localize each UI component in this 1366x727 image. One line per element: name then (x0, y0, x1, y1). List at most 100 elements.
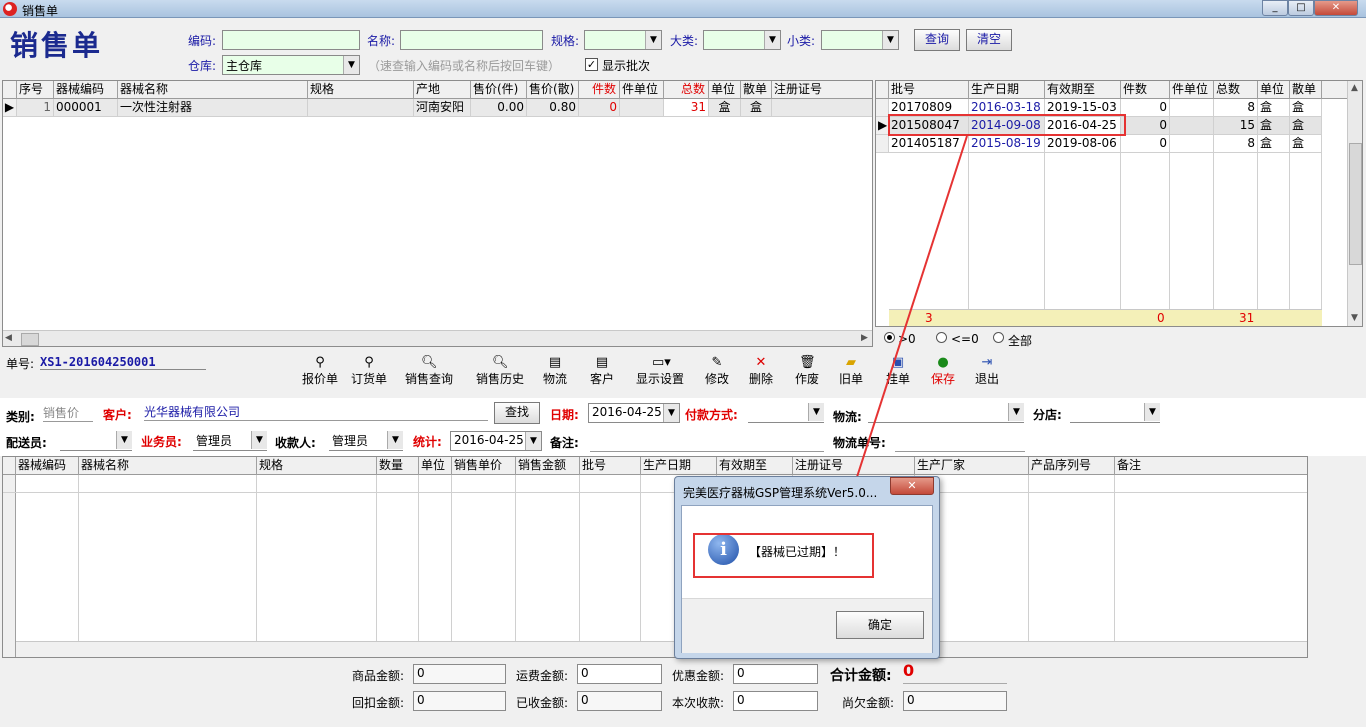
dialog-close-button[interactable]: ✕ (890, 477, 934, 495)
purchase-order-button[interactable]: ⚲ 订货单 (349, 355, 389, 391)
product-grid: 序号 器械编码 器械名称 规格 产地 售价(件) 售价(散) 件数 件单位 总数… (2, 80, 873, 347)
this-payment-input[interactable]: 0 (733, 691, 818, 711)
customer-button[interactable]: ▤ 客户 (587, 355, 617, 391)
show-batch-checkbox[interactable]: ✓ (585, 58, 598, 71)
code-input[interactable] (222, 30, 360, 50)
scroll-up-icon[interactable]: ▲ (1351, 83, 1358, 93)
logistics-button[interactable]: ▤ 物流 (540, 355, 570, 391)
chevron-down-icon[interactable]: ▼ (251, 431, 267, 449)
col-piece-unit[interactable]: 件单位 (620, 81, 664, 99)
date-select[interactable]: 2016-04-25 ▼ (588, 403, 680, 423)
scroll-thumb[interactable] (21, 333, 39, 346)
cell-spec (308, 99, 414, 117)
col-batch-piece-unit[interactable]: 件单位 (1170, 81, 1214, 99)
annotation-message-box (693, 533, 874, 578)
batch-grid-vscrollbar[interactable]: ▲ ▼ (1347, 81, 1362, 326)
scroll-down-icon[interactable]: ▼ (1351, 313, 1358, 323)
cell-total[interactable]: 31 (664, 99, 709, 117)
col-reg[interactable]: 注册证号 (772, 81, 872, 99)
product-grid-hscrollbar[interactable]: ◀ ▶ (3, 330, 872, 346)
scroll-thumb[interactable] (1349, 143, 1362, 265)
col-d-prod-date[interactable]: 生产日期 (641, 457, 717, 475)
salesman-select[interactable]: 管理员 ▼ (193, 431, 267, 451)
chevron-down-icon[interactable]: ▼ (343, 56, 359, 74)
cell-pieces[interactable]: 0 (579, 99, 620, 117)
warehouse-select[interactable]: 主仓库 ▼ (222, 55, 360, 75)
small-category-select[interactable]: ▼ (821, 30, 899, 50)
minimize-button[interactable]: _ (1262, 0, 1288, 16)
name-input[interactable] (400, 30, 543, 50)
col-d-exp-date[interactable]: 有效期至 (717, 457, 793, 475)
big-category-select[interactable]: ▼ (703, 30, 781, 50)
scroll-left-icon[interactable]: ◀ (5, 333, 12, 343)
chevron-down-icon[interactable]: ▼ (882, 31, 898, 49)
chevron-down-icon[interactable]: ▼ (764, 31, 780, 49)
col-total[interactable]: 总数 (664, 81, 709, 99)
col-batch-pieces[interactable]: 件数 (1121, 81, 1170, 99)
remark-input[interactable] (590, 451, 824, 452)
col-batch-unit[interactable]: 单位 (1258, 81, 1290, 99)
col-d-amount[interactable]: 销售金额 (516, 457, 580, 475)
customer-value[interactable]: 光华器械有限公司 (144, 403, 488, 421)
clear-button[interactable]: 清空 (966, 29, 1012, 51)
query-button[interactable]: 查询 (914, 29, 960, 51)
col-price-piece[interactable]: 售价(件) (471, 81, 527, 99)
find-customer-button[interactable]: 查找 (494, 402, 540, 424)
col-unit[interactable]: 单位 (709, 81, 741, 99)
freight-label: 运费金额: (516, 669, 569, 683)
chevron-down-icon[interactable]: ▼ (116, 431, 132, 449)
discount-input[interactable]: 0 (733, 664, 818, 684)
chevron-down-icon[interactable]: ▼ (663, 404, 679, 422)
table-row[interactable] (3, 475, 1307, 493)
chevron-down-icon[interactable]: ▼ (645, 31, 661, 49)
chevron-down-icon[interactable]: ▼ (1008, 403, 1024, 421)
chevron-down-icon[interactable]: ▼ (808, 403, 824, 421)
filter-radio-all[interactable] (993, 332, 1004, 343)
col-price-loose[interactable]: 售价(散) (527, 81, 579, 99)
payment-select[interactable]: ▼ (748, 403, 824, 423)
chevron-down-icon[interactable]: ▼ (387, 431, 403, 449)
ok-button[interactable]: 确定 (836, 611, 924, 639)
col-d-remark[interactable]: 备注 (1115, 457, 1307, 475)
col-batch-total[interactable]: 总数 (1214, 81, 1258, 99)
col-d-qty[interactable]: 数量 (377, 457, 419, 475)
branch-select[interactable]: ▼ (1070, 403, 1160, 423)
col-d-unit[interactable]: 单位 (419, 457, 452, 475)
sales-query-button[interactable]: 🔍︎ 销售查询 (401, 355, 457, 391)
type-value[interactable]: 销售价 (43, 404, 93, 422)
void-button[interactable]: 🗑︎ 作废 (792, 355, 822, 391)
table-row[interactable]: ▶ 1 000001 一次性注射器 河南安阳 0.00 0.80 0 31 盒 … (3, 99, 872, 117)
chevron-down-icon[interactable]: ▼ (525, 432, 541, 450)
col-name[interactable]: 器械名称 (118, 81, 308, 99)
col-d-serial[interactable]: 产品序列号 (1029, 457, 1115, 475)
freight-input[interactable]: 0 (577, 664, 662, 684)
display-settings-button[interactable]: ▭▾ 显示设置 (632, 355, 688, 391)
col-d-spec[interactable]: 规格 (257, 457, 377, 475)
col-loose-unit[interactable]: 散单 (741, 81, 772, 99)
col-no[interactable]: 序号 (17, 81, 54, 99)
col-batch-loose[interactable]: 散单 (1290, 81, 1322, 99)
close-window-button[interactable]: ✕ (1314, 0, 1358, 16)
chevron-down-icon[interactable]: ▼ (1144, 403, 1160, 421)
payee-select[interactable]: 管理员 ▼ (329, 431, 403, 451)
col-d-price[interactable]: 销售单价 (452, 457, 516, 475)
col-code[interactable]: 器械编码 (54, 81, 118, 99)
col-batch[interactable]: 批号 (889, 81, 969, 99)
modify-button[interactable]: ✎ 修改 (702, 355, 732, 391)
delivery-select[interactable]: ▼ (60, 431, 132, 451)
maximize-button[interactable]: □ (1288, 0, 1314, 16)
spec-select[interactable]: ▼ (584, 30, 662, 50)
sales-history-button[interactable]: 🔍︎ 销售历史 (472, 355, 528, 391)
col-spec[interactable]: 规格 (308, 81, 414, 99)
col-prod-date[interactable]: 生产日期 (969, 81, 1045, 99)
delete-button[interactable]: ✕ 删除 (746, 355, 776, 391)
col-d-name[interactable]: 器械名称 (79, 457, 257, 475)
col-exp-date[interactable]: 有效期至 (1045, 81, 1121, 99)
col-pieces[interactable]: 件数 (579, 81, 620, 99)
stat-date-select[interactable]: 2016-04-25 ▼ (450, 431, 542, 451)
col-d-code[interactable]: 器械编码 (16, 457, 79, 475)
col-d-batch[interactable]: 批号 (580, 457, 641, 475)
col-origin[interactable]: 产地 (414, 81, 471, 99)
quote-button[interactable]: ⚲ 报价单 (300, 355, 340, 391)
customer-label: 客户: (103, 408, 132, 422)
